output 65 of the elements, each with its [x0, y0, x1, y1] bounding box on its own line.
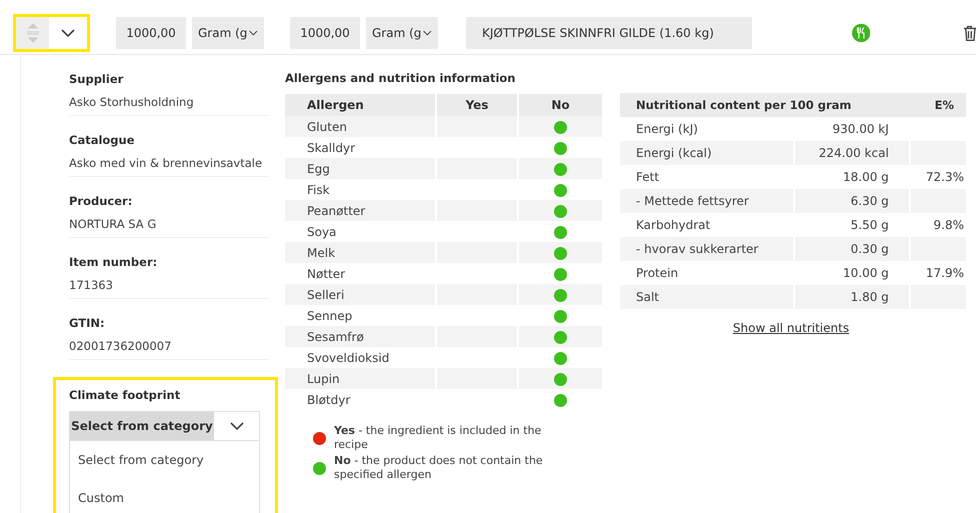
legend-text: Yes - the ingredient is included in the recipe [334, 424, 542, 452]
table-cell-text: Fisk [306, 182, 331, 198]
table-cell-text: Sennep [306, 308, 354, 324]
table-cell: 6.30 g [793, 189, 911, 213]
table-cell: 0.30 g [793, 237, 911, 261]
table-cell-text: Soya [306, 224, 338, 240]
field-label: GTIN: [69, 316, 106, 330]
table-cell: - hvorav sukkerarter [620, 237, 794, 261]
trash-icon[interactable] [963, 24, 976, 42]
table-cell: Melk [285, 242, 435, 263]
menu-option[interactable]: Select from category [70, 441, 259, 479]
column-header: E% [910, 93, 966, 117]
quantity-field[interactable]: 1000,00 [290, 17, 360, 49]
table-cell-text: Energi (kJ) [635, 121, 699, 138]
column-header: Allergen [285, 94, 435, 116]
chevron-down-icon [423, 29, 432, 37]
field-label: Supplier [69, 72, 124, 86]
column-header: No [519, 94, 602, 116]
table-cell-text: 17.9% [924, 265, 965, 282]
legend-text: No - the product does not contain the specified allergen [334, 454, 544, 482]
table-cell: Selleri [285, 284, 435, 305]
table-cell: - Mettede fettsyrer [620, 189, 794, 213]
table-cell: 224.00 kcal [793, 141, 911, 165]
drag-handle[interactable] [16, 17, 49, 49]
menu-option[interactable]: Custom [70, 479, 259, 513]
field-value: NORTURA SA G [69, 217, 158, 231]
table-cell: Gluten [285, 116, 435, 137]
field-label: Item number: [69, 255, 158, 269]
field-label: Producer: [69, 194, 134, 208]
table-cell: Lupin [285, 368, 435, 389]
field-label: Climate footprint [69, 388, 182, 402]
table-cell: Salt [620, 285, 794, 309]
show-all-link[interactable]: Show all nutritients [620, 321, 962, 335]
field-label: Catalogue [69, 133, 136, 147]
table-cell-text: Fett [635, 169, 660, 186]
unit-dropdown[interactable]: Gram (g [192, 17, 264, 49]
table-cell: Egg [285, 158, 435, 179]
table-cell: Peanøtter [285, 200, 435, 221]
field-value: 171363 [69, 278, 114, 292]
table-cell-text: Skalldyr [306, 140, 356, 156]
chevron-down-icon [249, 29, 258, 37]
sort-arrows-icon [26, 23, 40, 43]
cutlery-icon [852, 23, 870, 43]
table-cell-text: 72.3% [924, 169, 965, 186]
table-cell-text: Protein [635, 265, 680, 282]
quantity-field[interactable]: 1000,00 [116, 17, 186, 49]
field-value: Asko Storhusholdning [69, 95, 195, 109]
table-cell-text: 9.8% [932, 217, 965, 234]
table-cell: Energi (kcal) [620, 141, 794, 165]
table-cell: 1.80 g [793, 285, 911, 309]
table-cell: Sesamfrø [285, 326, 435, 347]
unit-dropdown[interactable]: Gram (g [366, 17, 438, 49]
column-header: Yes [437, 94, 517, 116]
field-value: Asko med vin & brennevinsavtale [69, 156, 264, 170]
field-value: 02001736200007 [69, 339, 172, 353]
table-cell-text: Svoveldioksid [306, 350, 390, 366]
product-field[interactable]: KJØTTPØLSE SKINNFRI GILDE (1.60 kg) [466, 17, 752, 49]
table-cell-text: Nøtter [306, 266, 346, 282]
chevron-down-icon [230, 422, 244, 430]
table-cell-text: Bløtdyr [306, 392, 352, 408]
column-header: Nutritional content per 100 gram [620, 93, 911, 117]
table-cell-text: Karbohydrat [635, 217, 712, 234]
chevron-down-icon [61, 29, 75, 37]
category-dropdown[interactable]: Select from category [69, 411, 260, 441]
section-title: Allergens and nutrition information [285, 71, 516, 85]
